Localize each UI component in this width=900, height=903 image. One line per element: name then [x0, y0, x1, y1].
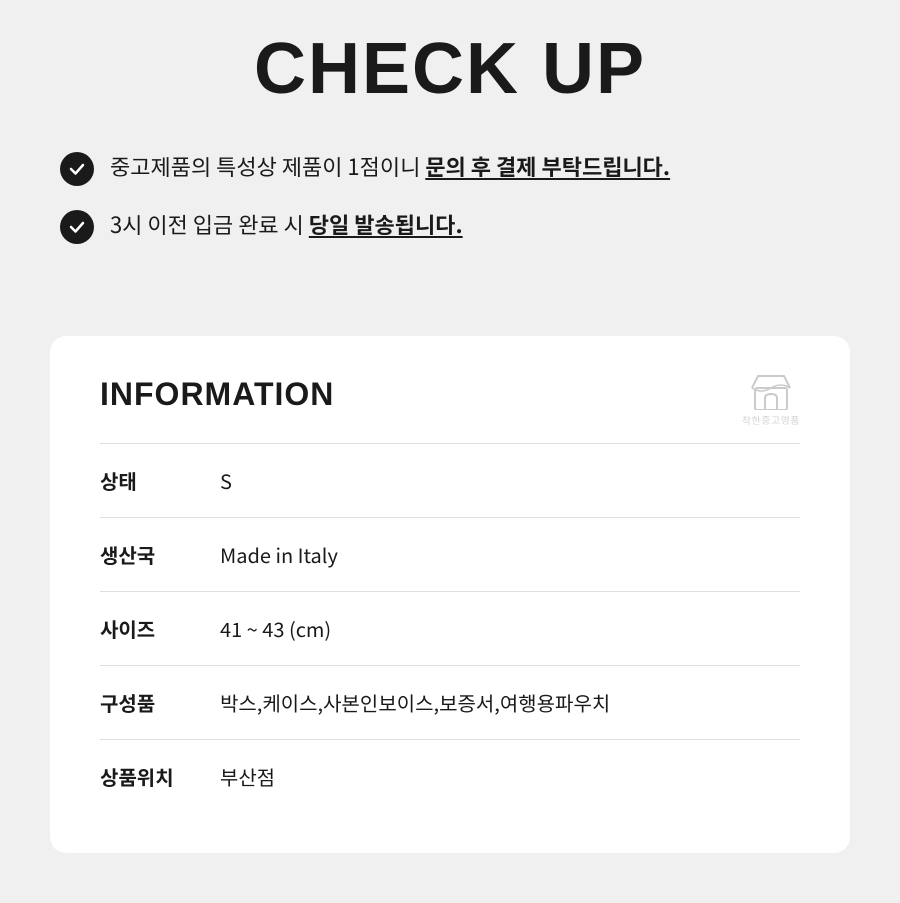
label-components: 구성품	[100, 688, 220, 717]
info-section: INFORMATION 착한중고명품 상태 S 생산국 Made in Ital…	[0, 306, 900, 903]
value-components: 박스,케이스,사본인보이스,보증서,여행용파우치	[220, 688, 610, 717]
page-title: CHECK UP	[60, 28, 840, 110]
checkmark-icon-1	[60, 152, 94, 186]
watermark: 착한중고명품	[742, 374, 800, 427]
value-status: S	[220, 466, 232, 495]
label-origin: 생산국	[100, 540, 220, 569]
check-text-1: 중고제품의 특성상 제품이 1점이니 문의 후 결제 부탁드립니다.	[110, 150, 670, 183]
info-row-status: 상태 S	[100, 443, 800, 517]
info-title: INFORMATION	[100, 376, 800, 413]
info-row-location: 상품위치 부산점	[100, 739, 800, 813]
label-status: 상태	[100, 466, 220, 495]
info-row-origin: 생산국 Made in Italy	[100, 517, 800, 591]
info-row-components: 구성품 박스,케이스,사본인보이스,보증서,여행용파우치	[100, 665, 800, 739]
store-icon	[751, 374, 791, 410]
value-origin: Made in Italy	[220, 540, 338, 569]
check-item-1: 중고제품의 특성상 제품이 1점이니 문의 후 결제 부탁드립니다.	[60, 150, 840, 186]
watermark-label: 착한중고명품	[742, 412, 800, 427]
label-location: 상품위치	[100, 762, 220, 791]
info-row-size: 사이즈 41 ~ 43 (cm)	[100, 591, 800, 665]
value-size: 41 ~ 43 (cm)	[220, 614, 331, 643]
check-item-2: 3시 이전 입금 완료 시 당일 발송됩니다.	[60, 208, 840, 244]
checkmark-icon-2	[60, 210, 94, 244]
top-section: CHECK UP 중고제품의 특성상 제품이 1점이니 문의 후 결제 부탁드립…	[0, 0, 900, 306]
info-card: INFORMATION 착한중고명품 상태 S 생산국 Made in Ital…	[50, 336, 850, 853]
info-rows: 상태 S 생산국 Made in Italy 사이즈 41 ~ 43 (cm) …	[100, 443, 800, 813]
check-text-2: 3시 이전 입금 완료 시 당일 발송됩니다.	[110, 208, 463, 241]
label-size: 사이즈	[100, 614, 220, 643]
value-location: 부산점	[220, 762, 275, 791]
